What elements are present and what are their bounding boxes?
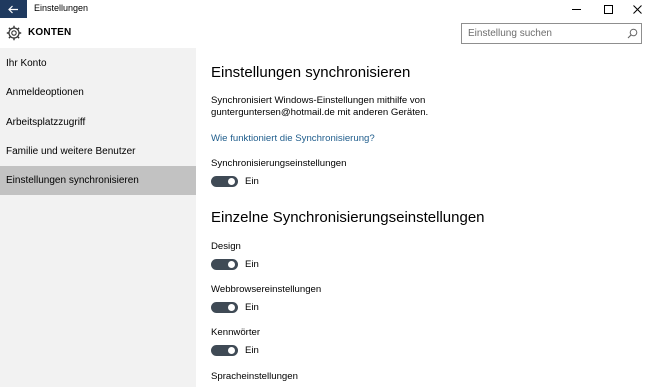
close-button[interactable] <box>622 0 650 18</box>
browser-settings-label: Webbrowsereinstellungen <box>211 284 322 295</box>
help-link[interactable]: Wie funktioniert die Synchronisierung? <box>211 133 375 144</box>
sync-settings-toggle[interactable] <box>211 176 238 187</box>
minimize-button[interactable] <box>561 0 591 18</box>
sidebar-item-arbeitsplatzzugriff[interactable]: Arbeitsplatzzugriff <box>0 108 196 137</box>
main-content: Einstellungen synchronisieren Synchronis… <box>196 48 650 387</box>
close-icon <box>632 4 642 14</box>
description-line-2: gunterguntersen@hotmail.de mit anderen G… <box>211 107 429 118</box>
search-placeholder: Einstellung suchen <box>468 28 552 39</box>
toggle-knob <box>228 347 235 354</box>
language-settings-label: Spracheinstellungen <box>211 371 298 382</box>
page-title: KONTEN <box>28 27 72 38</box>
toggle-knob <box>228 178 235 185</box>
sidebar-item-ihr-konto[interactable]: Ihr Konto <box>0 49 196 78</box>
search-icon[interactable] <box>627 28 638 39</box>
design-state: Ein <box>245 259 259 270</box>
title-bar: Einstellungen <box>0 0 650 18</box>
passwords-label: Kennwörter <box>211 327 261 338</box>
sidebar-item-synchronisieren[interactable]: Einstellungen synchronisieren <box>0 166 196 195</box>
design-toggle[interactable] <box>211 259 238 270</box>
minimize-icon <box>571 8 581 10</box>
back-button[interactable] <box>0 0 27 18</box>
sidebar: Ihr Konto Anmeldeoptionen Arbeitsplatzzu… <box>0 48 196 387</box>
sidebar-item-anmeldeoptionen[interactable]: Anmeldeoptionen <box>0 78 196 107</box>
header: KONTEN Einstellung suchen <box>0 18 650 48</box>
section-heading: Einstellungen synchronisieren <box>211 64 411 81</box>
sidebar-item-familie[interactable]: Familie und weitere Benutzer <box>0 137 196 166</box>
window-title: Einstellungen <box>34 3 89 13</box>
maximize-button[interactable] <box>593 0 623 18</box>
sync-settings-label: Synchronisierungseinstellungen <box>211 158 347 169</box>
passwords-state: Ein <box>245 345 259 356</box>
browser-settings-state: Ein <box>245 302 259 313</box>
browser-settings-toggle[interactable] <box>211 302 238 313</box>
passwords-toggle[interactable] <box>211 345 238 356</box>
toggle-knob <box>228 304 235 311</box>
back-arrow-icon <box>8 5 18 13</box>
maximize-icon <box>603 4 613 14</box>
sync-settings-state: Ein <box>245 176 259 187</box>
toggle-knob <box>228 261 235 268</box>
search-input[interactable]: Einstellung suchen <box>461 23 642 44</box>
subsection-heading: Einzelne Synchronisierungseinstellungen <box>211 209 485 226</box>
design-label: Design <box>211 241 241 252</box>
gear-icon <box>6 25 22 41</box>
